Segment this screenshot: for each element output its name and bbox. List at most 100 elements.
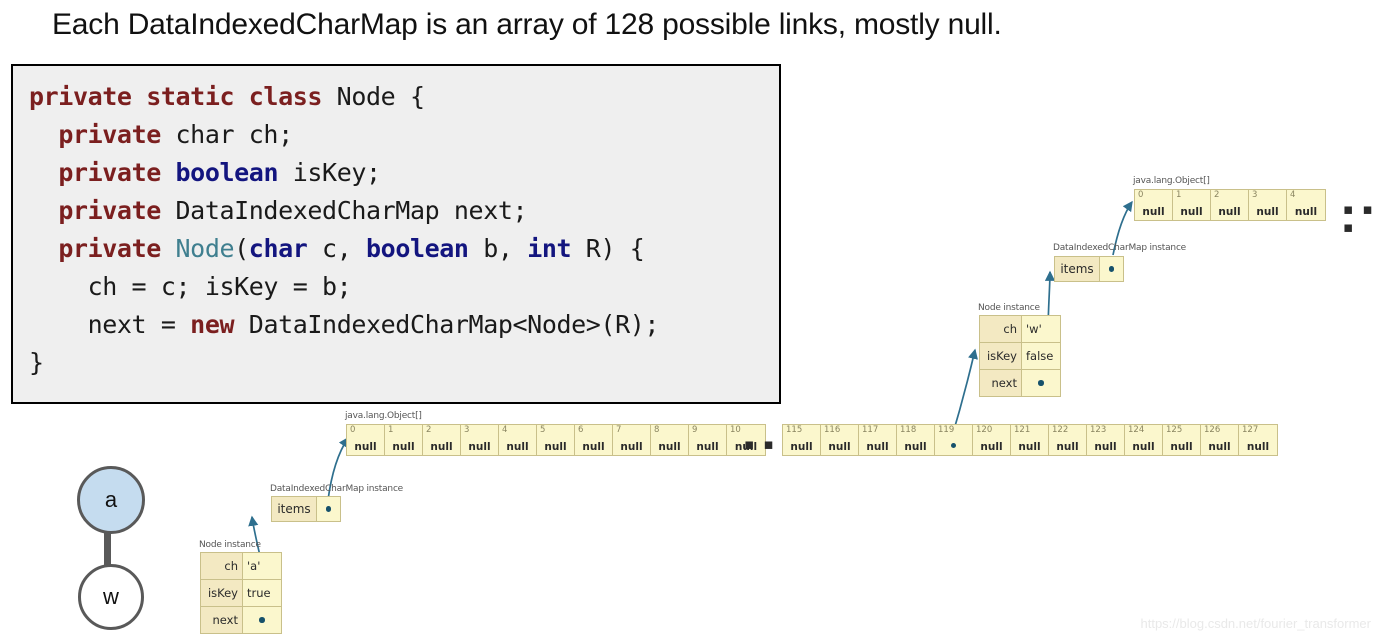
pointer-dot-icon: [259, 617, 265, 623]
node-field-row: ch'a': [201, 553, 281, 580]
array-cell: 4 null: [1287, 190, 1325, 220]
array-cell-index: 127: [1242, 425, 1259, 435]
pointer-dot-icon: [325, 506, 331, 512]
lower-items-pointer-slot: [317, 497, 340, 521]
array-cell-value: null: [1180, 206, 1203, 218]
array-cell-value: null: [1294, 206, 1318, 218]
array-cell-value: null: [620, 441, 643, 453]
array-cell-value: null: [1170, 441, 1193, 453]
array-cell-index: 8: [654, 425, 660, 435]
array-cell-index: 118: [900, 425, 917, 435]
array-cell-value: null: [828, 441, 851, 453]
node-field-row: ch'w': [980, 316, 1060, 343]
node-field-name: ch: [201, 553, 243, 579]
array-cell: 7 null: [613, 425, 651, 455]
array-cell-value: null: [354, 441, 377, 453]
upper-items-box: items: [1054, 256, 1124, 282]
code-listing: private static class Node { private char…: [29, 82, 660, 377]
array-cell-value: null: [1256, 206, 1279, 218]
array-cell: 117 null: [859, 425, 897, 455]
array-cell-index: 124: [1128, 425, 1145, 435]
trie-node-w: w: [78, 564, 144, 630]
code-block: private static class Node { private char…: [11, 64, 781, 404]
array-cell-value: null: [1094, 441, 1117, 453]
node-field-row: isKey false: [980, 343, 1060, 370]
lower-object-array-head: 0 null 1 null 2 null 3 null 4 null 5 null 6 null 7 null…: [346, 424, 766, 456]
array-cell-value: null: [544, 441, 567, 453]
array-cell: 2 null: [423, 425, 461, 455]
array-cell: 3 null: [1249, 190, 1287, 220]
array-cell-value: null: [696, 441, 719, 453]
array-cell-index: 1: [1176, 190, 1182, 200]
pointer-dot-icon: [1108, 266, 1114, 272]
array-cell-value: null: [1246, 441, 1270, 453]
lower-array-caption: java.lang.Object[]: [345, 411, 422, 421]
array-cell: 123 null: [1087, 425, 1125, 455]
array-cell: 2 null: [1211, 190, 1249, 220]
array-cell-index: 4: [1290, 190, 1296, 200]
array-cell: 126 null: [1201, 425, 1239, 455]
array-cell-index: 117: [862, 425, 879, 435]
pointer-dot-icon: [1038, 380, 1044, 386]
array-cell-value: null: [392, 441, 415, 453]
lower-dicm-caption: DataIndexedCharMap instance: [270, 484, 404, 494]
array-cell-index: 10: [730, 425, 741, 435]
node-field-value: 'a': [243, 553, 281, 579]
upper-items-pointer-slot: [1100, 257, 1123, 281]
array-cell-value: null: [1132, 441, 1155, 453]
upper-array-ellipsis: ▪ ▪ ▪: [1343, 200, 1375, 236]
array-cell: 8 null: [651, 425, 689, 455]
array-cell-value: null: [506, 441, 529, 453]
array-cell: 122 null: [1049, 425, 1087, 455]
array-cell-index: 122: [1052, 425, 1069, 435]
node-field-value: [243, 607, 281, 633]
upper-node-instance: ch'w' isKey false next: [979, 315, 1061, 397]
array-cell: 118 null: [897, 425, 935, 455]
lower-items-label: items: [272, 497, 317, 521]
upper-items-label: items: [1055, 257, 1100, 281]
node-field-name: next: [201, 607, 243, 633]
node-field-row: isKey true: [201, 580, 281, 607]
array-cell: 9 null: [689, 425, 727, 455]
node-field-name: isKey: [980, 343, 1022, 369]
array-cell-value: null: [1208, 441, 1231, 453]
array-cell-index: 6: [578, 425, 584, 435]
array-cell-value: null: [468, 441, 491, 453]
array-cell-index: 120: [976, 425, 993, 435]
array-cell-index: 2: [1214, 190, 1220, 200]
upper-dicm-caption: DataIndexedCharMap instance: [1053, 243, 1187, 253]
array-cell: 1 null: [385, 425, 423, 455]
page-title: Each DataIndexedCharMap is an array of 1…: [52, 8, 1002, 41]
node-field-value: false: [1022, 343, 1060, 369]
lower-object-array-tail: 115 null 116 null 117 null 118 null 119 120 null 12…: [782, 424, 1278, 456]
array-cell-value: null: [980, 441, 1003, 453]
array-cell: 6 null: [575, 425, 613, 455]
array-cell-value: null: [582, 441, 605, 453]
upper-node-caption: Node instance: [978, 303, 1040, 313]
node-field-row: next: [201, 607, 281, 633]
array-cell-index: 3: [1252, 190, 1258, 200]
array-cell-index: 2: [426, 425, 432, 435]
array-cell: 116 null: [821, 425, 859, 455]
array-cell: 0 null: [347, 425, 385, 455]
trie-node-a: a: [77, 466, 145, 534]
array-cell-value: null: [658, 441, 681, 453]
array-cell-value: null: [790, 441, 813, 453]
array-cell-value: null: [1218, 206, 1241, 218]
array-cell-index: 0: [350, 425, 356, 435]
lower-node-instance: ch'a' isKey true next: [200, 552, 282, 634]
array-cell-value: null: [904, 441, 927, 453]
array-cell-index: 3: [464, 425, 470, 435]
node-field-name: next: [980, 370, 1022, 396]
array-cell: 125 null: [1163, 425, 1201, 455]
array-cell-value: null: [1018, 441, 1041, 453]
array-cell-value: null: [1056, 441, 1079, 453]
array-cell-index: 119: [938, 425, 955, 435]
array-cell-value: null: [866, 441, 889, 453]
array-cell-index: 121: [1014, 425, 1031, 435]
trie-edge: [104, 528, 111, 568]
upper-object-array: 0 null 1 null 2 null 3 null 4 null: [1134, 189, 1326, 221]
array-cell: 124 null: [1125, 425, 1163, 455]
upper-array-caption: java.lang.Object[]: [1133, 176, 1210, 186]
node-field-name: ch: [980, 316, 1022, 342]
